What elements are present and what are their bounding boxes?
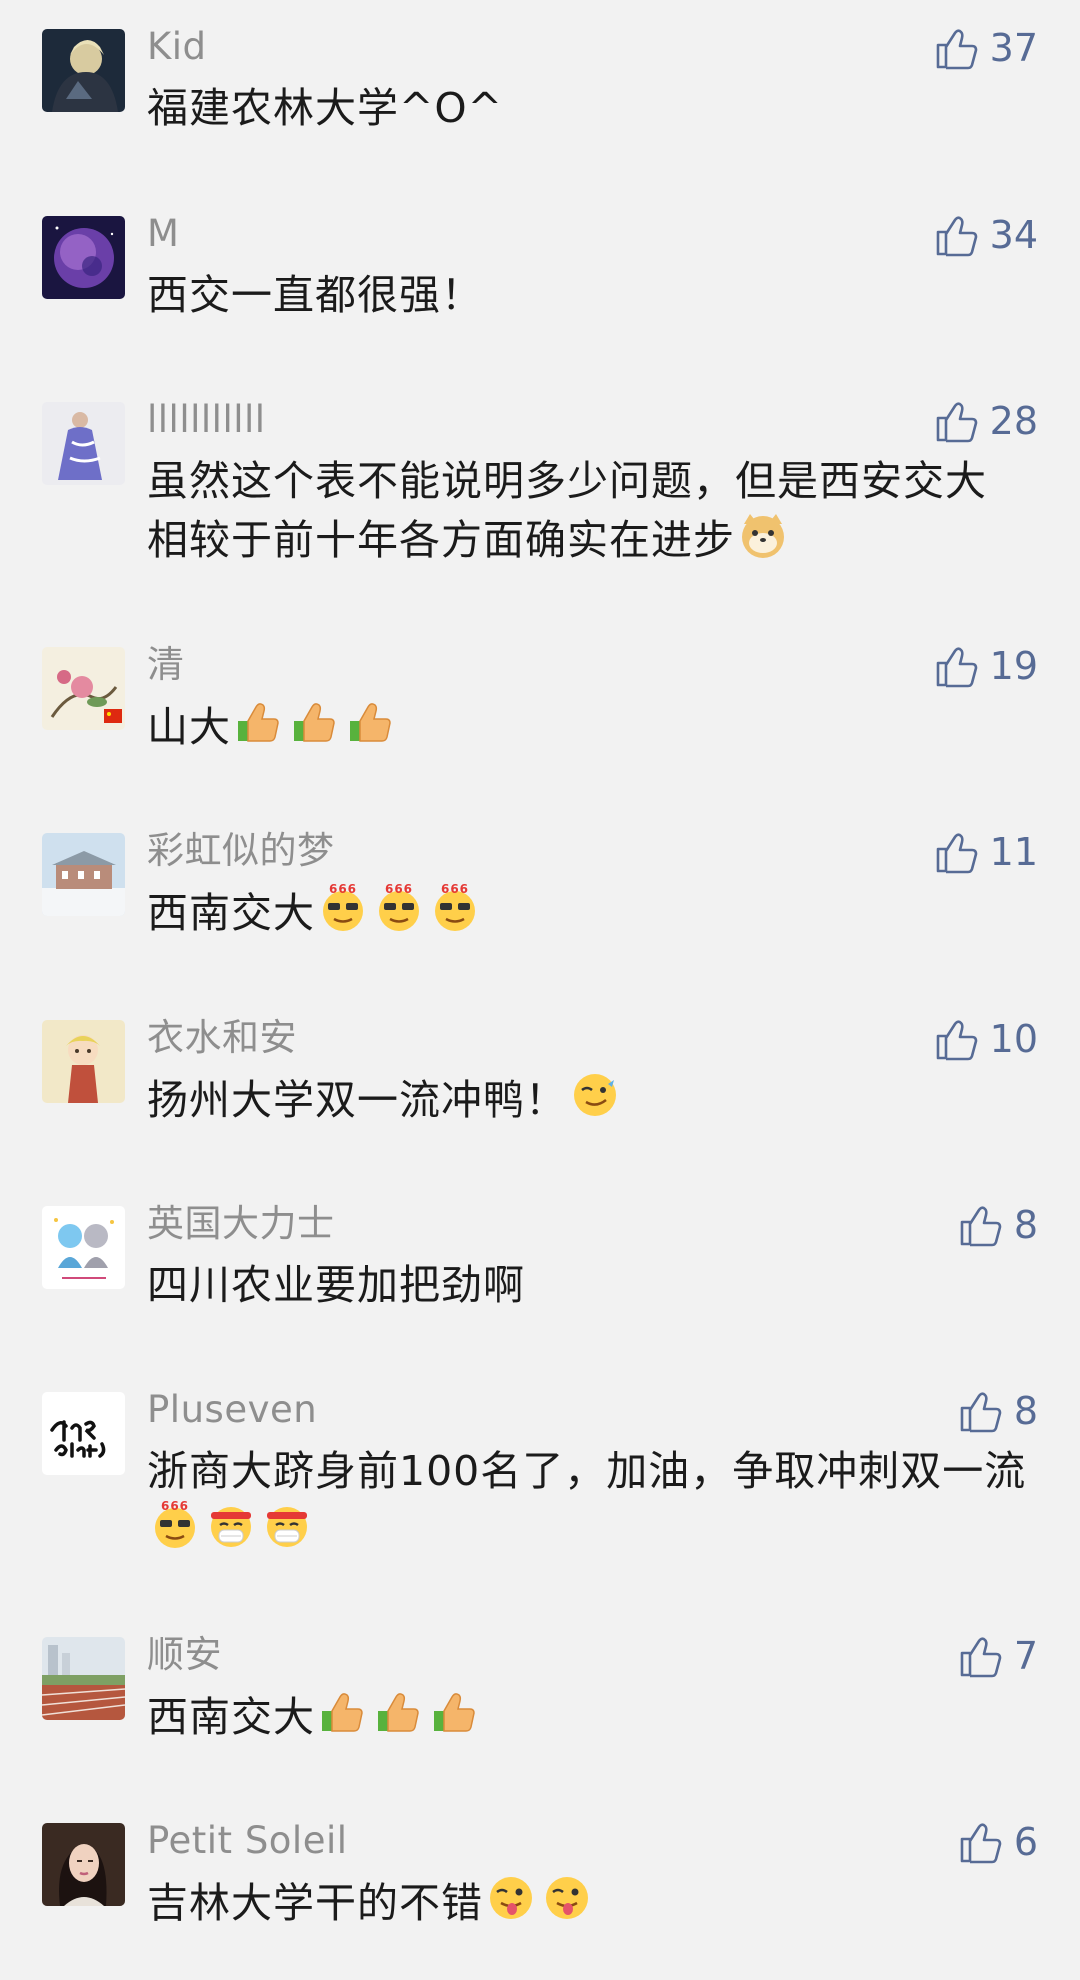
like-count: 37: [989, 26, 1038, 70]
666-emoji-icon: 666: [150, 1500, 200, 1550]
like-count: 10: [989, 1017, 1038, 1061]
like-count: 8: [1013, 1389, 1038, 1433]
avatar[interactable]: [42, 1637, 125, 1720]
thumbs-up-icon: [936, 216, 977, 257]
avatar[interactable]: [42, 833, 125, 916]
comment-item: 34 M 西交一直都很强！: [0, 187, 1080, 373]
like-button[interactable]: 19: [934, 640, 1038, 692]
commenter-name[interactable]: 英国大力士: [147, 1204, 858, 1244]
thumbs-up-emoji-icon: [374, 1687, 424, 1737]
comment-item: 10 衣水和安 扬州大学双一流冲鸭！: [0, 991, 1080, 1177]
commenter-name[interactable]: 顺安: [147, 1635, 858, 1675]
thumbs-up-emoji-icon: [234, 697, 284, 747]
tongue-wink-emoji-icon: [542, 1873, 592, 1923]
commenter-name[interactable]: Kid: [147, 27, 858, 67]
comment-item: 37 Kid 福建农林大学^O^: [0, 0, 1080, 187]
fighting-emoji-icon: [206, 1500, 256, 1550]
thumbs-up-icon: [960, 1823, 1002, 1864]
avatar[interactable]: [42, 29, 125, 112]
like-button[interactable]: 8: [958, 1385, 1038, 1437]
avatar[interactable]: [42, 216, 125, 299]
comment-text: 吉林大学干的不错: [147, 1873, 1028, 1932]
comment-text: 虽然这个表不能说明多少问题，但是西安交大相较于前十年各方面确实在进步: [147, 457, 987, 564]
comment-item: 6 Petit Soleil 吉林大学干的不错: [0, 1794, 1080, 1980]
comment-item: 11 彩虹似的梦 西南交大 666 666 666: [0, 804, 1080, 991]
like-count: 28: [989, 399, 1038, 443]
doge-emoji-icon: [738, 510, 788, 560]
thumbs-up-emoji-icon: [318, 1687, 368, 1737]
commenter-name[interactable]: Pluseven: [147, 1390, 858, 1430]
avatar[interactable]: [42, 1823, 125, 1906]
like-count: 6: [1013, 1820, 1038, 1864]
comment-item: 7 顺安 西南交大: [0, 1608, 1080, 1794]
commenter-name[interactable]: 彩虹似的梦: [147, 831, 858, 871]
like-count: 8: [1013, 1203, 1038, 1247]
avatar[interactable]: [42, 647, 125, 730]
comment-text: 西交一直都很强！: [147, 271, 483, 319]
thumbs-up-icon: [936, 833, 977, 874]
like-count: 34: [989, 213, 1038, 257]
comment-item: 28 lllllllllll 虽然这个表不能说明多少问题，但是西安交大相较于前十…: [0, 373, 1080, 618]
like-count: 7: [1013, 1634, 1038, 1678]
comment-text: 山大: [147, 697, 1028, 756]
like-button[interactable]: 6: [958, 1816, 1038, 1868]
thumbs-up-icon: [960, 1206, 1002, 1247]
tongue-wink-emoji-icon: [486, 1873, 536, 1923]
thumbs-up-emoji-icon: [346, 697, 396, 747]
avatar[interactable]: [42, 1020, 125, 1103]
like-button[interactable]: 7: [958, 1630, 1038, 1682]
commenter-name[interactable]: lllllllllll: [147, 400, 858, 440]
comment-list: 37 Kid 福建农林大学^O^ 34 M 西交一直都很强！ 28 llllll: [0, 0, 1080, 1980]
thumbs-up-emoji-icon: [430, 1687, 480, 1737]
like-button[interactable]: 34: [934, 209, 1038, 261]
wink-emoji-icon: [570, 1070, 620, 1120]
comment-item: 19 清 山大: [0, 618, 1080, 804]
thumbs-up-icon: [960, 1637, 1002, 1678]
like-button[interactable]: 28: [934, 395, 1038, 447]
svg-text:666: 666: [329, 883, 357, 896]
thumbs-up-icon: [960, 1392, 1002, 1433]
commenter-name[interactable]: M: [147, 214, 858, 254]
666-emoji-icon: 666: [374, 883, 424, 933]
like-count: 19: [989, 644, 1038, 688]
avatar[interactable]: [42, 402, 125, 485]
comment-item: 8 英国大力士 四川农业要加把劲啊: [0, 1177, 1080, 1363]
like-count: 11: [989, 830, 1038, 874]
svg-text:666: 666: [441, 883, 469, 896]
commenter-name[interactable]: 衣水和安: [147, 1018, 858, 1058]
like-button[interactable]: 37: [934, 22, 1038, 74]
comment-text: 浙商大跻身前100名了，加油，争取冲刺双一流 666: [147, 1442, 1028, 1559]
comment-text: 福建农林大学^O^: [147, 84, 503, 132]
thumbs-up-icon: [936, 1020, 977, 1061]
comment-text: 西南交大 666 666 666: [147, 883, 1028, 942]
svg-text:666: 666: [385, 883, 413, 896]
avatar[interactable]: [42, 1392, 125, 1475]
comment-text: 四川农业要加把劲啊: [147, 1261, 525, 1309]
fighting-emoji-icon: [262, 1500, 312, 1550]
svg-text:666: 666: [161, 1500, 189, 1513]
thumbs-up-icon: [936, 29, 977, 70]
666-emoji-icon: 666: [430, 883, 480, 933]
comment-text: 西南交大: [147, 1687, 1028, 1746]
commenter-name[interactable]: 清: [147, 645, 858, 685]
like-button[interactable]: 11: [934, 826, 1038, 878]
thumbs-up-emoji-icon: [290, 697, 340, 747]
avatar[interactable]: [42, 1206, 125, 1289]
comment-text: 扬州大学双一流冲鸭！: [147, 1070, 1028, 1129]
comment-item: 8 Pluseven 浙商大跻身前100名了，加油，争取冲刺双一流 666: [0, 1363, 1080, 1608]
thumbs-up-icon: [936, 402, 977, 443]
thumbs-up-icon: [936, 647, 977, 688]
commenter-name[interactable]: Petit Soleil: [147, 1821, 858, 1861]
like-button[interactable]: 8: [958, 1199, 1038, 1251]
666-emoji-icon: 666: [318, 883, 368, 933]
like-button[interactable]: 10: [934, 1013, 1038, 1065]
